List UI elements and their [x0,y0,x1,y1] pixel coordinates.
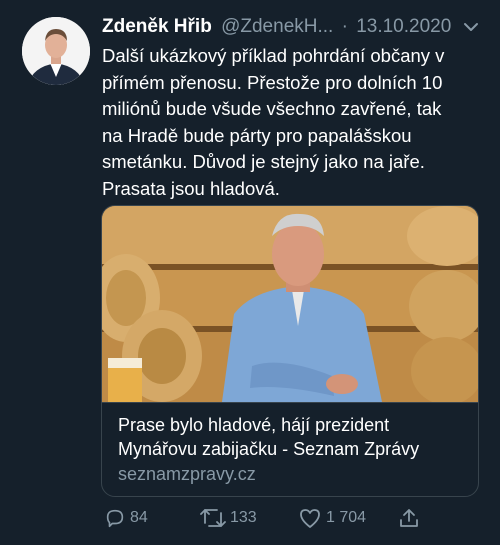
like-count: 1 704 [326,509,367,526]
like-button[interactable]: 1 704 [298,505,366,531]
heart-icon [300,509,320,528]
tweet-text: Další ukázkový příklad pohrdání občany v… [102,45,445,199]
link-card-domain: seznamzpravy.cz [118,464,256,484]
tweet[interactable]: Zdeněk Hřib @ZdenekH... · 13.10.2020 Dal… [0,0,500,545]
separator-dot: · [341,16,348,37]
avatar[interactable] [22,17,90,85]
retweet-icon [200,509,226,527]
chevron-down-icon[interactable] [460,14,482,40]
link-card[interactable]: Prase bylo hladové, hájí prezident Mynář… [101,205,479,497]
reply-button[interactable]: 84 [104,505,148,531]
retweet-button[interactable]: 133 [200,505,257,531]
link-card-text[interactable]: Prase bylo hladové, hájí prezident Mynář… [102,402,478,496]
share-icon [400,509,418,527]
retweet-count: 133 [230,509,257,526]
tweet-actions: 84 133 1 704 [100,505,430,531]
author-handle[interactable]: @ZdenekH... [221,16,333,37]
reply-count: 84 [130,509,148,526]
share-button[interactable] [398,505,424,531]
author-name[interactable]: Zdeněk Hřib [102,16,212,37]
link-card-title[interactable]: Prase bylo hladové, hájí prezident Mynář… [118,413,468,461]
link-card-image[interactable] [102,206,478,402]
tweet-header: Zdeněk Hřib @ZdenekH... · 13.10.2020 [102,14,482,40]
tweet-date[interactable]: 13.10.2020 [356,16,451,37]
reply-icon [106,509,124,528]
